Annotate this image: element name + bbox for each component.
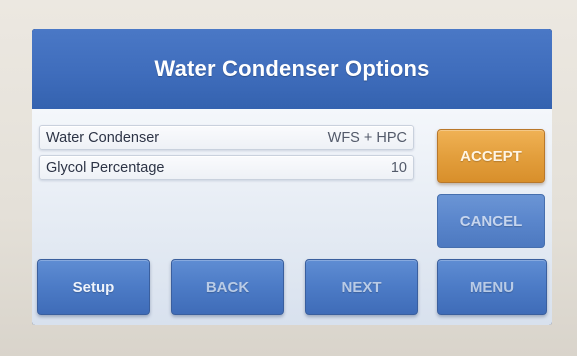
glycol-percentage-label: Glycol Percentage	[46, 160, 165, 176]
glycol-percentage-field[interactable]: Glycol Percentage 10	[39, 155, 414, 180]
device-bezel: Water Condenser Options Water Condenser …	[0, 0, 577, 356]
glycol-percentage-value: 10	[390, 160, 407, 176]
accept-button[interactable]: ACCEPT	[437, 129, 545, 183]
title-bar: Water Condenser Options	[32, 29, 552, 109]
touch-screen: Water Condenser Options Water Condenser …	[32, 29, 552, 325]
options-panel: Water Condenser WFS + HPC Glycol Percent…	[32, 109, 552, 325]
setup-button[interactable]: Setup	[37, 259, 150, 315]
water-condenser-label: Water Condenser	[46, 130, 160, 146]
menu-button[interactable]: MENU	[437, 259, 547, 315]
water-condenser-field[interactable]: Water Condenser WFS + HPC	[39, 125, 414, 150]
next-button[interactable]: NEXT	[305, 259, 418, 315]
page-title: Water Condenser Options	[154, 56, 430, 81]
water-condenser-value: WFS + HPC	[327, 130, 407, 146]
back-button[interactable]: BACK	[171, 259, 284, 315]
cancel-button[interactable]: CANCEL	[437, 194, 545, 248]
